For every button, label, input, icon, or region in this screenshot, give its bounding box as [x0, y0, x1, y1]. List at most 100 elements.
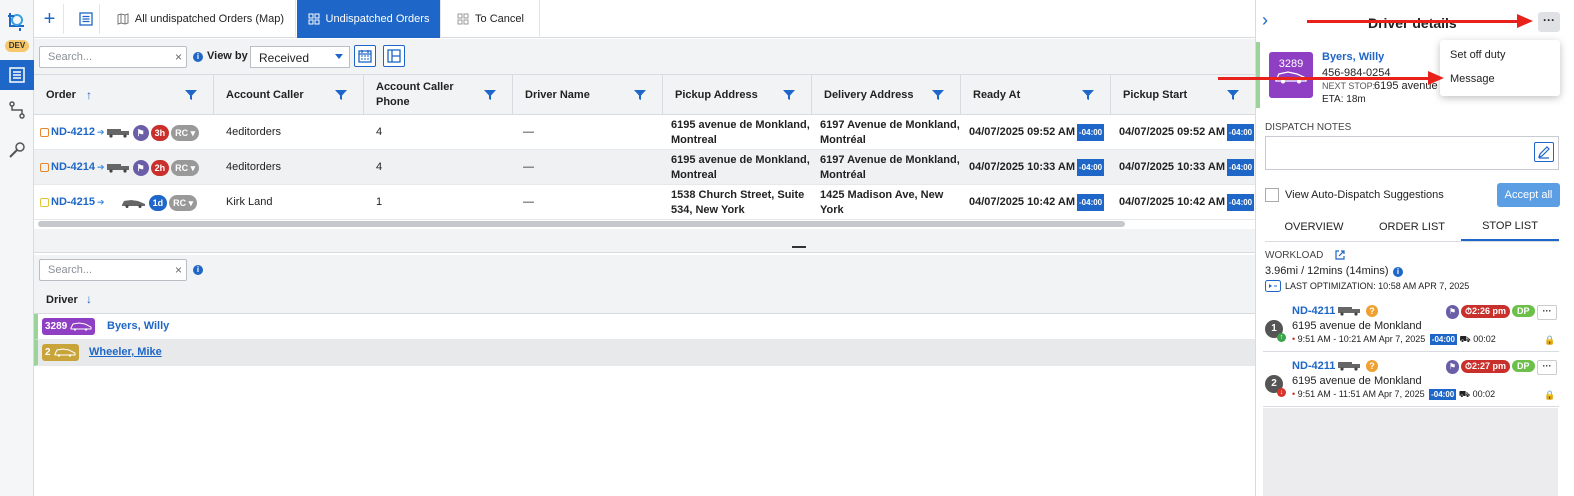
- truck-icon: [106, 128, 129, 138]
- view-by-value: Received: [259, 51, 310, 65]
- table-row[interactable]: ND-4212 ➔ ⚑ 3h RC ▾ 4editorders 4 — 6195…: [34, 115, 1255, 150]
- tz-badge: -04:00: [1077, 194, 1105, 211]
- nav-orders[interactable]: [0, 60, 34, 90]
- search-placeholder: Search...: [48, 264, 93, 276]
- sort-asc-icon[interactable]: ↑: [86, 88, 92, 102]
- list-view-button[interactable]: [72, 4, 100, 34]
- clear-icon[interactable]: ×: [175, 50, 182, 64]
- calendar-button[interactable]: [354, 45, 376, 67]
- filter-icon[interactable]: [335, 89, 347, 101]
- order-link[interactable]: ND-4211: [1292, 360, 1335, 372]
- annotation-arrow: [1307, 14, 1533, 28]
- menu-item-set-off-duty[interactable]: Set off duty: [1450, 49, 1505, 61]
- layout-button[interactable]: [383, 45, 405, 67]
- filter-icon[interactable]: [634, 89, 646, 101]
- layout-icon: [387, 49, 401, 63]
- filter-icon[interactable]: [1082, 89, 1094, 101]
- dispatch-notes-label: DISPATCH NOTES: [1265, 122, 1352, 133]
- table-row[interactable]: ND-4215 ➔ 1d RC ▾ Kirk Land 1 — 1538 Chu…: [34, 185, 1255, 220]
- column-label: Order: [46, 89, 76, 101]
- tab-order-list[interactable]: ORDER LIST: [1363, 213, 1461, 241]
- sort-desc-icon[interactable]: ↓: [86, 292, 92, 306]
- column-header-account-caller-phone[interactable]: Account Caller Phone: [364, 75, 513, 115]
- column-label: Delivery Address: [824, 89, 914, 101]
- edit-button[interactable]: [1534, 142, 1554, 162]
- column-header-pickup-address[interactable]: Pickup Address: [663, 75, 812, 115]
- clear-icon[interactable]: ×: [175, 263, 182, 277]
- grid-icon: [457, 13, 469, 25]
- column-header-ready-at[interactable]: Ready At: [961, 75, 1111, 115]
- pickup-cell: 6195 avenue de Monkland, Montreal: [663, 150, 812, 185]
- driver-row[interactable]: 2 Wheeler, Mike: [34, 340, 1255, 366]
- stop-card[interactable]: 2 ↓ ND-4211 ? ⚑ ⏱2:27 pm DP ··· 6195 ave…: [1263, 355, 1559, 407]
- orders-search-input[interactable]: Search... ×: [39, 46, 187, 68]
- stop-more-button[interactable]: ···: [1537, 360, 1557, 375]
- order-link[interactable]: ND-4214: [51, 160, 95, 175]
- rc-badge[interactable]: RC ▾: [171, 124, 200, 141]
- column-label: Pickup Start: [1123, 89, 1188, 101]
- tab-label: All undispatched Orders (Map): [134, 13, 285, 25]
- filter-icon[interactable]: [1227, 89, 1239, 101]
- orders-filter-bar: Search... × i View by Received: [34, 39, 1255, 75]
- lock-icon[interactable]: 🔒: [1544, 390, 1555, 401]
- tab-label: To Cancel: [475, 13, 524, 25]
- order-link[interactable]: ND-4215: [51, 195, 95, 210]
- accept-all-button[interactable]: Accept all: [1497, 183, 1560, 207]
- menu-item-message[interactable]: Message: [1450, 73, 1495, 85]
- lock-icon[interactable]: 🔒: [1544, 335, 1555, 346]
- column-header-driver-name[interactable]: Driver Name: [513, 75, 663, 115]
- more-options-button[interactable]: ···: [1538, 12, 1560, 32]
- column-header-pickup-start[interactable]: Pickup Start: [1111, 75, 1255, 115]
- column-label: Driver: [46, 294, 78, 306]
- stop-address: 6195 avenue de Monkland: [1292, 375, 1422, 387]
- driver-name-link[interactable]: Byers, Willy: [107, 320, 169, 332]
- address-line: 6195 avenue de Monkland,: [671, 118, 810, 131]
- driver-name-link[interactable]: Wheeler, Mike: [89, 346, 162, 358]
- wrench-icon[interactable]: [7, 140, 27, 160]
- tab-undispatched-orders[interactable]: Undispatched Orders: [297, 0, 441, 38]
- table-row[interactable]: ND-4214 ➔ ⚑ 2h RC ▾ 4editorders 4 — 6195…: [34, 150, 1255, 185]
- dispatch-notes-field[interactable]: [1265, 136, 1559, 170]
- order-link[interactable]: ND-4212: [51, 125, 95, 140]
- delivery-cell: 6197 Avenue de Monkland, Montréal: [812, 115, 961, 150]
- tab-overview[interactable]: OVERVIEW: [1265, 213, 1363, 241]
- rc-badge[interactable]: RC ▾: [171, 159, 200, 176]
- filter-icon[interactable]: [783, 89, 795, 101]
- tz-badge: -04:00: [1429, 389, 1457, 400]
- info-icon[interactable]: i: [193, 265, 203, 275]
- info-icon[interactable]: i: [1393, 267, 1403, 277]
- tz-badge: -04:00: [1227, 194, 1255, 211]
- auto-dispatch-checkbox[interactable]: [1265, 188, 1279, 202]
- drag-handle-icon[interactable]: [792, 246, 806, 248]
- collapse-chevron-icon[interactable]: ›: [1262, 10, 1268, 31]
- driver-name-link[interactable]: Byers, Willy: [1322, 51, 1384, 63]
- tab-undispatched-map[interactable]: All undispatched Orders (Map): [106, 0, 296, 38]
- tab-stop-list[interactable]: STOP LIST: [1461, 213, 1559, 241]
- stop-card[interactable]: 1 ↑ ND-4211 ? ⚑ ⏱2:26 pm DP ··· 6195 ave…: [1263, 300, 1559, 352]
- column-header-delivery-address[interactable]: Delivery Address: [812, 75, 961, 115]
- info-icon[interactable]: i: [193, 52, 203, 62]
- question-icon: ?: [1366, 305, 1378, 317]
- horizontal-scrollbar[interactable]: [38, 221, 1125, 227]
- order-link[interactable]: ND-4211: [1292, 305, 1335, 317]
- external-link-icon[interactable]: [1334, 249, 1346, 261]
- column-header-order[interactable]: Order ↑: [34, 75, 214, 115]
- drivers-search-input[interactable]: Search... ×: [39, 259, 187, 281]
- rc-badge[interactable]: RC ▾: [169, 194, 198, 211]
- add-button[interactable]: +: [36, 4, 64, 34]
- app-logo-icon[interactable]: [6, 10, 28, 32]
- order-cell: ND-4214 ➔ ⚑ 2h RC ▾: [34, 150, 214, 185]
- filter-icon[interactable]: [932, 89, 944, 101]
- view-by-select[interactable]: Received: [250, 46, 350, 68]
- pickup-arrow-icon: ↑: [1277, 333, 1286, 342]
- column-header-account-caller[interactable]: Account Caller: [214, 75, 364, 115]
- tab-to-cancel[interactable]: To Cancel: [442, 0, 540, 38]
- panel-splitter[interactable]: [34, 229, 1255, 253]
- stop-more-button[interactable]: ···: [1537, 305, 1557, 320]
- pickup-start-cell: 04/07/2025 10:33 AM -04:00: [1111, 150, 1255, 185]
- route-icon[interactable]: [7, 100, 27, 120]
- address-line: York: [820, 203, 844, 216]
- filter-icon[interactable]: [484, 89, 496, 101]
- driver-row[interactable]: 3289 Byers, Willy: [34, 314, 1255, 340]
- filter-icon[interactable]: [185, 89, 197, 101]
